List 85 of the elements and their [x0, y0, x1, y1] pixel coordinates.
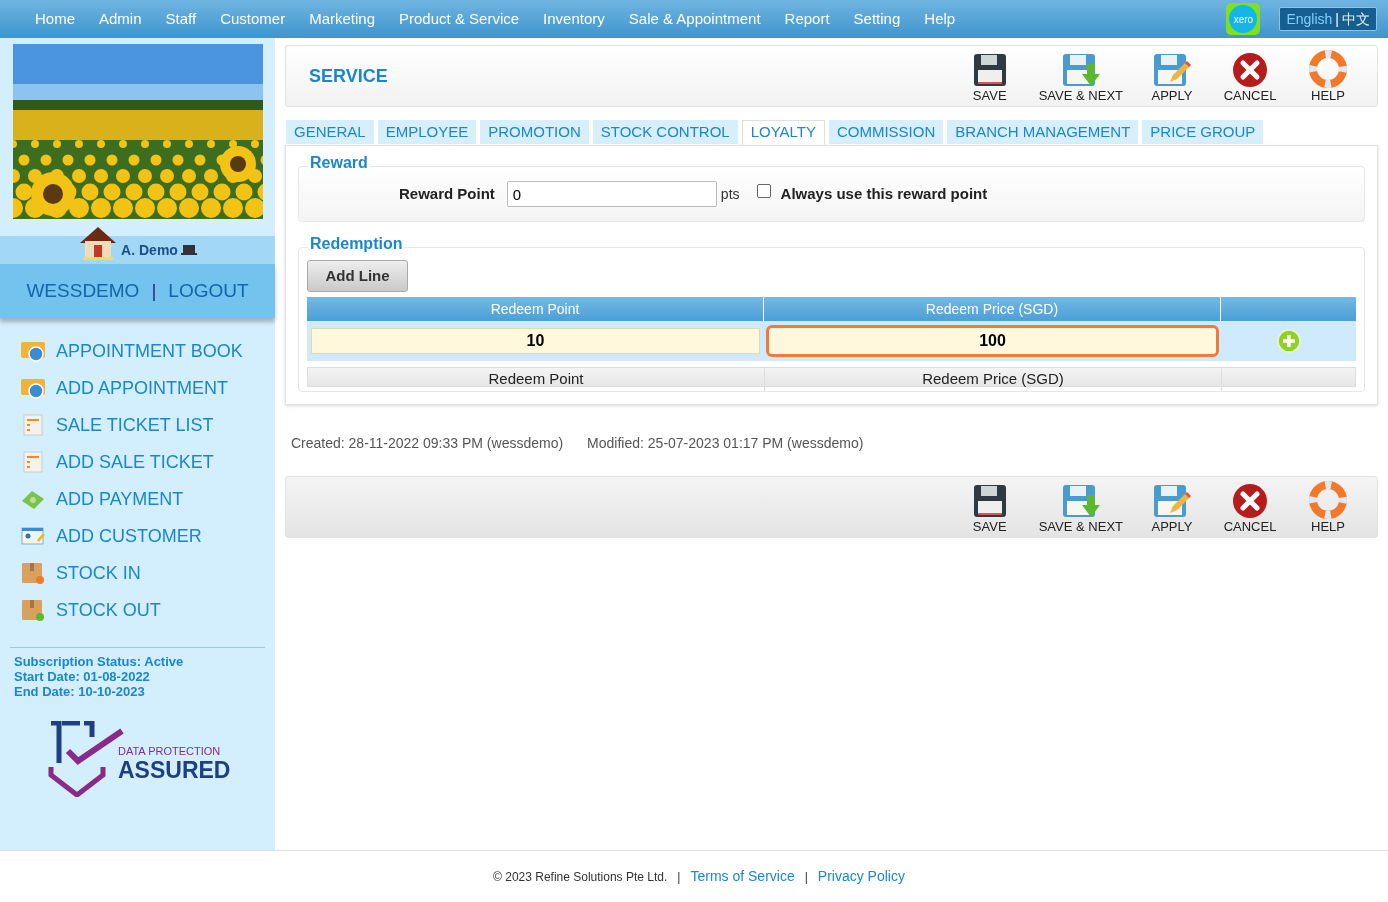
- nav-link[interactable]: Inventory: [531, 7, 617, 31]
- sidebar-menu-item[interactable]: STOCK OUT: [20, 597, 275, 623]
- sidebar-menu-item[interactable]: ADD APPOINTMENT: [20, 375, 275, 401]
- receipt-icon: [20, 413, 46, 437]
- tab[interactable]: STOCK CONTROL: [592, 120, 738, 144]
- floppy-disk-arrow-icon: [1060, 482, 1101, 519]
- separator-text: |: [677, 868, 681, 886]
- floppy-disk-pencil-icon: [1152, 482, 1192, 519]
- toolbar-button[interactable]: APPLY: [1133, 51, 1211, 103]
- add-line-button[interactable]: Add Line: [307, 260, 408, 292]
- nav-link[interactable]: Help: [912, 7, 968, 31]
- floppy-disk-pencil-icon: [1152, 51, 1192, 88]
- tab[interactable]: PROMOTION: [480, 120, 589, 144]
- nav-link[interactable]: Setting: [841, 7, 913, 31]
- footer-link[interactable]: Privacy Policy: [817, 866, 905, 887]
- lifebuoy-icon: [1309, 480, 1347, 519]
- subscription-text: Subscription Status: Active: [14, 654, 185, 669]
- receipt-icon: [20, 450, 46, 474]
- subscription-text: Start Date: 01-08-2022: [14, 669, 151, 684]
- close-icon: [1232, 482, 1268, 519]
- sidebar-menu-item[interactable]: STOCK IN: [20, 560, 275, 586]
- language-option[interactable]: 中文: [1342, 8, 1370, 30]
- footer-link[interactable]: Terms of Service: [690, 866, 795, 887]
- field-label: Reward Point: [399, 183, 495, 204]
- badge-caption: DATA PROTECTION: [118, 744, 222, 758]
- created-text: Created: 28-11-2022 09:33 PM (wessdemo): [291, 434, 564, 453]
- nav-link[interactable]: Customer: [208, 7, 298, 31]
- redeem-price-field[interactable]: 100: [766, 325, 1219, 357]
- parcel-box-icon: [20, 561, 46, 585]
- sidebar-menu-item[interactable]: ADD SALE TICKET: [20, 449, 275, 475]
- toolbar-button[interactable]: HELP: [1289, 480, 1367, 534]
- calendar-clock-icon: [20, 376, 46, 400]
- toolbar-button[interactable]: SAVE: [950, 51, 1029, 103]
- checkbox[interactable]: [756, 184, 771, 198]
- redeem-point-field[interactable]: 10: [311, 328, 760, 354]
- contact-card-icon: [20, 524, 46, 548]
- tab[interactable]: BRANCH MANAGEMENT: [947, 120, 1139, 144]
- xero-logo[interactable]: xero: [1226, 3, 1261, 35]
- badge-title: ASSURED: [118, 757, 231, 782]
- toolbar-button[interactable]: SAVE & NEXT: [1028, 51, 1133, 103]
- tab[interactable]: EMPLOYEE: [377, 120, 477, 144]
- separator-text: |: [1335, 9, 1339, 29]
- copyright-text: © 2023 Refine Solutions Pte Ltd.: [493, 868, 668, 886]
- nav-link[interactable]: Home: [23, 7, 87, 31]
- separator-text: |: [804, 868, 808, 886]
- parcel-box-icon: [20, 598, 46, 622]
- laptop-icon: [180, 244, 197, 256]
- language-option[interactable]: English: [1286, 8, 1333, 30]
- column-footer: Redeem Price (SGD): [765, 368, 1222, 391]
- tab[interactable]: COMMISSION: [828, 120, 944, 144]
- toolbar-button[interactable]: CANCEL: [1211, 51, 1289, 103]
- floppy-disk-arrow-icon: [1060, 51, 1101, 88]
- account-link[interactable]: WESSDEMO: [26, 276, 140, 306]
- toolbar-button[interactable]: CANCEL: [1211, 482, 1289, 534]
- nav-link[interactable]: Staff: [153, 7, 209, 31]
- sidebar-menu-item[interactable]: ADD PAYMENT: [20, 486, 275, 512]
- toolbar-button[interactable]: HELP: [1289, 49, 1367, 103]
- unit-text: pts: [720, 184, 740, 204]
- page-title: SERVICE: [309, 64, 388, 88]
- checkbox-label: Always use this reward point: [780, 183, 988, 204]
- user-name: A. Demo: [121, 240, 178, 260]
- section-title: Redemption: [308, 235, 405, 253]
- separator-text: |: [151, 278, 157, 303]
- modified-text: Modified: 25-07-2023 01:17 PM (wessdemo): [587, 434, 864, 453]
- nav-link[interactable]: Product & Service: [387, 7, 532, 31]
- sidebar-menu-item[interactable]: ADD CUSTOMER: [20, 523, 275, 549]
- nav-link[interactable]: Admin: [87, 7, 154, 31]
- reward-point-field[interactable]: 0: [506, 181, 717, 207]
- calendar-clock-icon: [20, 339, 46, 363]
- nav-link[interactable]: Marketing: [297, 7, 388, 31]
- nav-link[interactable]: Sale & Appointment: [616, 7, 773, 31]
- logout-link[interactable]: LOGOUT: [168, 276, 249, 306]
- column-footer: Redeem Point: [308, 368, 765, 391]
- sidebar-menu-item[interactable]: SALE TICKET LIST: [20, 412, 275, 438]
- toolbar-button[interactable]: SAVE & NEXT: [1028, 482, 1133, 534]
- subscription-text: End Date: 10-10-2023: [14, 684, 146, 699]
- tab[interactable]: LOYALTY: [741, 120, 825, 145]
- tab[interactable]: GENERAL: [286, 120, 374, 144]
- toolbar-button[interactable]: SAVE: [950, 482, 1029, 534]
- nav-link[interactable]: Report: [772, 7, 842, 31]
- toolbar-button[interactable]: APPLY: [1133, 482, 1211, 534]
- close-icon: [1232, 51, 1268, 88]
- sidebar-menu-item[interactable]: APPOINTMENT BOOK: [20, 338, 275, 364]
- lifebuoy-icon: [1309, 49, 1347, 88]
- tab[interactable]: PRICE GROUP: [1142, 120, 1264, 144]
